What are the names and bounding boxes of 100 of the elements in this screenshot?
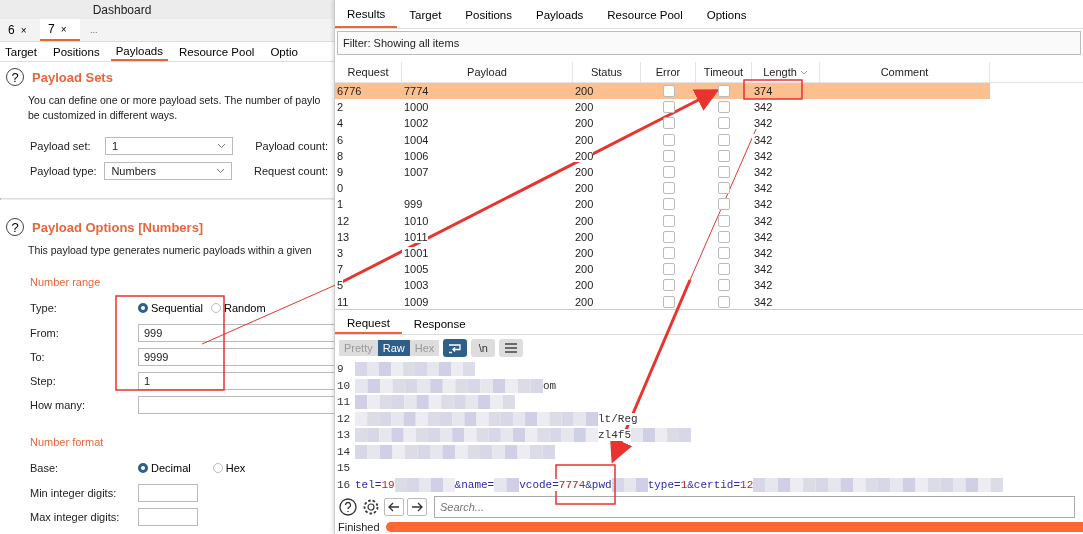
tab[interactable]: 7 × xyxy=(40,19,80,41)
column-header[interactable]: Length xyxy=(752,62,820,82)
radio-button[interactable]: Random xyxy=(211,302,266,314)
table-cell: 999 xyxy=(402,198,423,211)
table-row[interactable]: 6776 7774 200 374 xyxy=(335,83,990,100)
checkbox[interactable] xyxy=(662,279,675,292)
tab[interactable]: Optio xyxy=(265,42,303,61)
checkbox[interactable] xyxy=(718,230,730,243)
column-header[interactable]: Comment xyxy=(820,62,990,82)
tab[interactable]: Options xyxy=(694,2,759,28)
search-field[interactable]: Search... xyxy=(434,496,1075,518)
input-field[interactable] xyxy=(138,508,198,526)
help-button[interactable]: ? xyxy=(6,68,24,86)
checkbox[interactable] xyxy=(718,263,730,276)
checkbox[interactable] xyxy=(662,198,675,211)
code-text: 7774 xyxy=(558,478,586,491)
tab[interactable]: Positions xyxy=(47,42,105,61)
input-field[interactable]: 1 xyxy=(138,372,334,390)
code-text: vcode= xyxy=(519,478,559,491)
input-field[interactable] xyxy=(138,396,334,414)
table-row[interactable]: 12 1010 200 342 xyxy=(335,212,1083,229)
checkbox[interactable] xyxy=(662,246,675,259)
radio-button[interactable]: Hex xyxy=(212,462,246,474)
checkbox[interactable] xyxy=(718,198,730,211)
checkbox[interactable] xyxy=(718,279,730,292)
table-row[interactable]: 2 1000 200 342 xyxy=(335,99,1083,116)
checkbox[interactable] xyxy=(662,295,675,308)
table-cell: 0 xyxy=(335,182,344,195)
table-row[interactable]: 9 1007 200 342 xyxy=(335,163,1083,181)
tab[interactable]: Payloads xyxy=(110,42,168,61)
checkbox[interactable] xyxy=(718,295,730,308)
table-row[interactable]: 7 1005 200 342 xyxy=(335,261,1083,278)
input-field[interactable]: 9999 xyxy=(138,348,334,366)
checkbox[interactable] xyxy=(662,149,675,162)
column-header[interactable]: Timeout xyxy=(696,62,752,82)
table-row[interactable]: 8 1006 200 342 xyxy=(335,147,1083,164)
column-header[interactable]: Status xyxy=(573,62,641,82)
newline-button[interactable]: \n xyxy=(471,339,496,357)
tab[interactable]: Positions xyxy=(453,2,524,28)
radio-button[interactable]: Decimal xyxy=(138,462,191,474)
checkbox[interactable] xyxy=(662,182,675,195)
checkbox[interactable] xyxy=(662,214,675,227)
checkbox[interactable] xyxy=(718,101,730,114)
checkbox[interactable] xyxy=(718,149,730,162)
checkbox[interactable] xyxy=(662,85,675,98)
checkbox[interactable] xyxy=(662,230,675,243)
table-row[interactable]: 0 200 342 xyxy=(335,180,1083,197)
checkbox[interactable] xyxy=(662,263,675,276)
checkbox[interactable] xyxy=(662,101,675,114)
settings-button[interactable] xyxy=(361,497,381,517)
tab[interactable]: Target xyxy=(0,42,42,61)
checkbox[interactable] xyxy=(718,117,730,130)
checkbox[interactable] xyxy=(718,166,730,179)
dropdown[interactable]: Numbers xyxy=(104,162,232,180)
table-row[interactable]: 11 1009 200 342 xyxy=(335,293,1083,309)
input-field[interactable] xyxy=(138,484,198,502)
table-row[interactable]: 6 1004 200 342 xyxy=(335,131,1083,148)
tab[interactable]: Resource Pool xyxy=(173,42,260,61)
table-cell: 342 xyxy=(752,198,773,211)
checkbox[interactable] xyxy=(718,246,730,259)
tab[interactable]: Results xyxy=(335,2,398,28)
column-header[interactable]: Request xyxy=(335,62,402,82)
checkbox[interactable] xyxy=(718,214,730,227)
forward-button[interactable] xyxy=(407,498,427,516)
radio-button[interactable]: Sequential xyxy=(138,302,203,314)
more-tabs[interactable]: ... xyxy=(80,19,108,41)
checkbox[interactable] xyxy=(662,166,675,179)
dropdown[interactable]: 1 xyxy=(104,137,234,155)
checkbox[interactable] xyxy=(718,182,730,195)
table-row[interactable]: 13 1011 200 342 xyxy=(335,228,1083,245)
wrap-button[interactable] xyxy=(443,339,468,357)
table-row[interactable]: 4 1002 200 342 xyxy=(335,115,1083,132)
tab[interactable]: Payloads xyxy=(524,2,596,28)
view-button[interactable]: Raw xyxy=(377,340,410,356)
checkbox[interactable] xyxy=(718,133,730,146)
field-label: Payload set: xyxy=(30,140,92,152)
back-button[interactable] xyxy=(384,498,404,516)
column-header[interactable]: Payload xyxy=(402,62,573,82)
tab[interactable]: Request xyxy=(335,314,402,334)
menu-button[interactable] xyxy=(499,339,524,357)
tab[interactable]: Target xyxy=(397,2,454,28)
table-row[interactable]: 3 1001 200 342 xyxy=(335,244,1083,262)
input-field[interactable]: 999 xyxy=(138,324,334,342)
column-header[interactable]: Error xyxy=(641,62,696,82)
table-row[interactable]: 1 999 200 342 xyxy=(335,196,1083,213)
table-cell: 2 xyxy=(335,101,344,114)
redaction-mosaic xyxy=(611,477,648,492)
help-button[interactable]: ? xyxy=(6,218,24,236)
tab[interactable]: 6 × xyxy=(0,19,40,41)
filter-bar[interactable]: Filter: Showing all items xyxy=(337,31,1081,55)
checkbox[interactable] xyxy=(662,133,675,146)
tab[interactable]: Resource Pool xyxy=(595,2,695,28)
help-button[interactable] xyxy=(338,497,358,517)
table-cell: 7774 xyxy=(402,85,429,98)
table-row[interactable]: 5 1003 200 342 xyxy=(335,277,1083,294)
checkbox[interactable] xyxy=(718,85,730,98)
tab[interactable]: Response xyxy=(401,314,478,334)
table-cell: 5 xyxy=(335,279,344,292)
subsection-title: Number format xyxy=(30,436,105,448)
checkbox[interactable] xyxy=(662,117,675,130)
